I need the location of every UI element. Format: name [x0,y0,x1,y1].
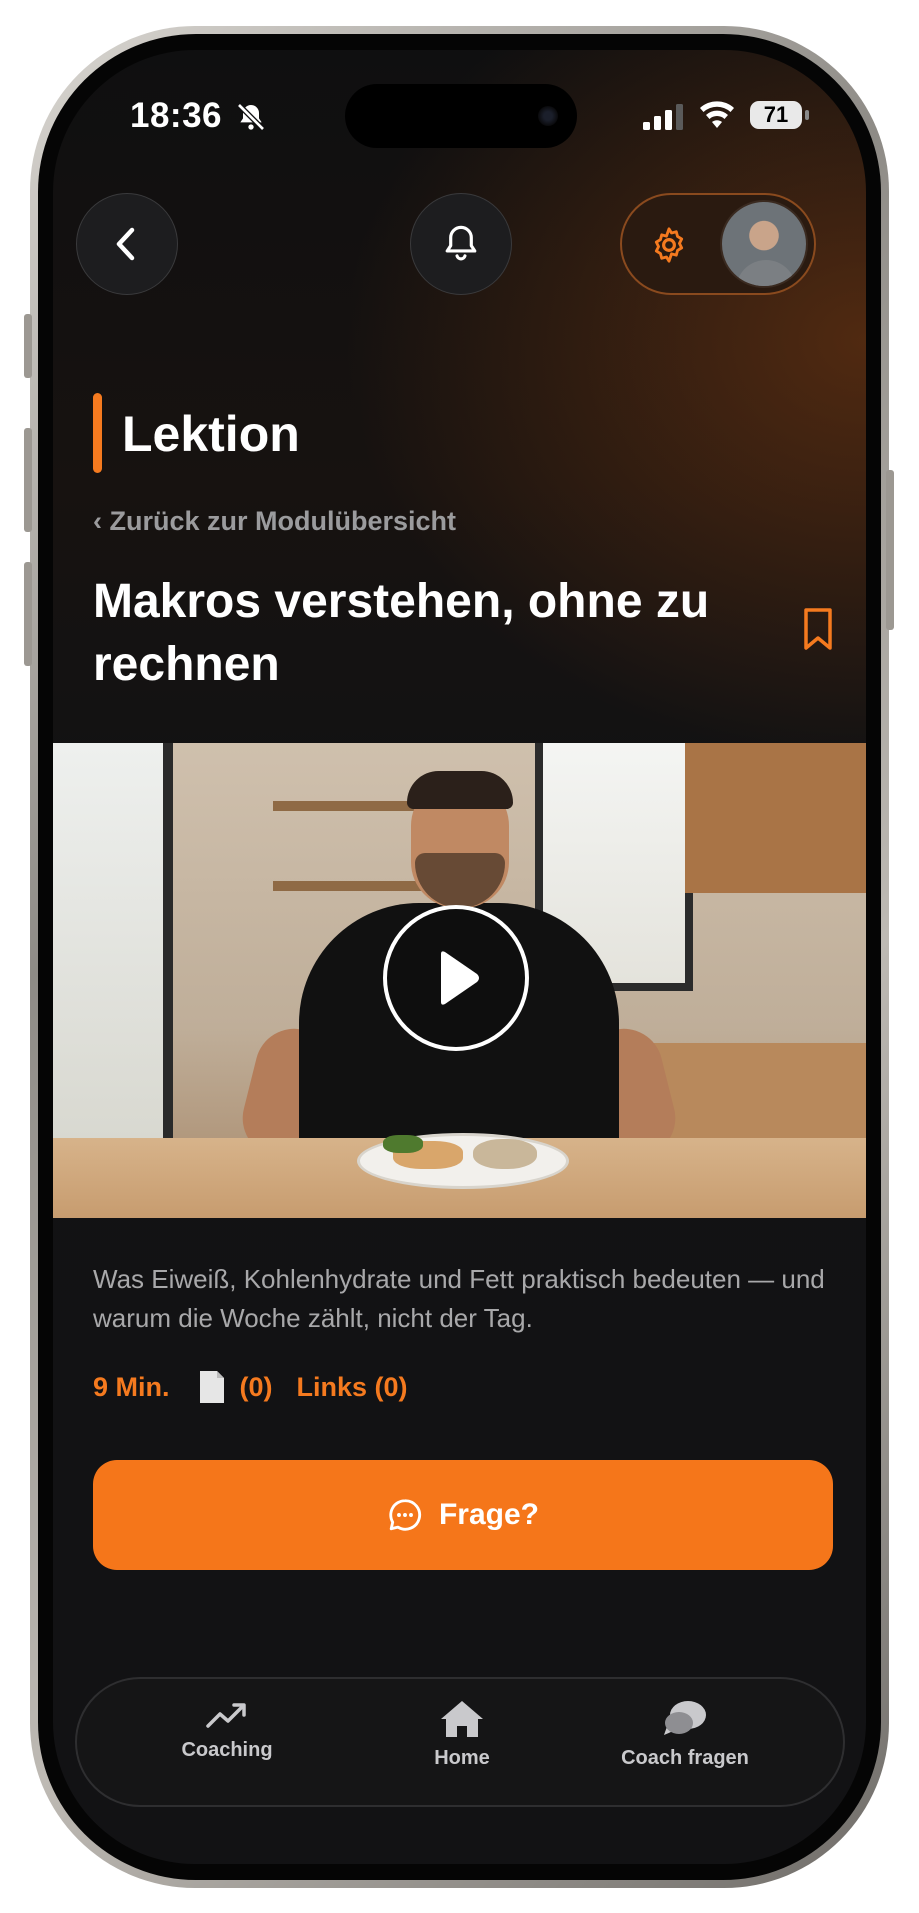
lesson-description: Was Eiweiß, Kohlenhydrate und Fett prakt… [93,1264,825,1333]
tab-label: Coach fragen [621,1747,749,1769]
back-to-module-link[interactable]: ‹ Zurück zur Modulübersicht [93,506,456,537]
power-button [886,470,894,630]
tab-ask-coach[interactable]: Coach fragen [585,1699,785,1791]
chat-bubble-icon [389,1499,422,1531]
tab-coaching[interactable]: Coaching [127,1699,327,1791]
section-title: Lektion [122,406,300,462]
ask-question-label: Frage? [438,1498,540,1531]
home-icon [441,1701,483,1737]
video-person-beard [415,853,505,908]
video-food-rice [473,1139,537,1169]
document-icon [199,1371,224,1403]
bottom-tab-bar: Coaching Home Coach fragen [75,1677,845,1807]
notifications-button[interactable] [410,193,512,295]
lesson-title: Makros verstehen, ohne zu rechnen [93,575,710,691]
play-icon [441,951,479,1005]
video-cabinet [685,743,866,893]
battery-indicator: 71 [750,101,802,129]
section-accent-bar [93,393,102,473]
tab-label: Coaching [181,1739,273,1761]
avatar-shoulders [736,260,796,286]
video-shelf [273,801,423,811]
chevron-left-icon [116,227,135,261]
video-shelf [273,881,423,891]
camera-lens [538,106,558,126]
video-window-left [53,743,173,1143]
bookmark-icon[interactable] [803,607,833,651]
volume-up-button [24,428,32,532]
bell-icon [445,225,477,261]
documents-count[interactable]: (0) [240,1372,273,1403]
lesson-meta: 9 Min. (0) Links (0) [93,1370,408,1404]
ask-question-button[interactable]: Frage? [93,1460,833,1570]
lesson-duration: 9 Min. [93,1371,170,1402]
back-button[interactable] [76,193,178,295]
battery-cap [805,110,809,120]
bell-slash-icon [237,103,265,131]
video-food-greens [383,1135,423,1153]
lesson-video[interactable] [53,743,866,1218]
volume-down-button [24,562,32,666]
cellular-signal-icon [643,104,683,130]
app-screen: 18:36 71 Lektion ‹ Zurück zur Modulübers… [53,50,866,1864]
video-person-hair [407,771,513,809]
avatar[interactable] [720,200,808,288]
tab-label: Home [434,1747,490,1769]
chat-bubbles-icon [664,1701,706,1735]
trend-up-icon [206,1703,246,1728]
profile-settings-pill[interactable] [620,193,816,295]
gear-icon[interactable] [650,226,688,264]
play-button[interactable] [383,905,529,1051]
tab-home[interactable]: Home [362,1699,562,1791]
status-time: 18:36 [130,96,223,135]
wifi-icon [700,101,734,128]
mute-switch [24,314,32,378]
links-count[interactable]: Links (0) [297,1372,408,1403]
